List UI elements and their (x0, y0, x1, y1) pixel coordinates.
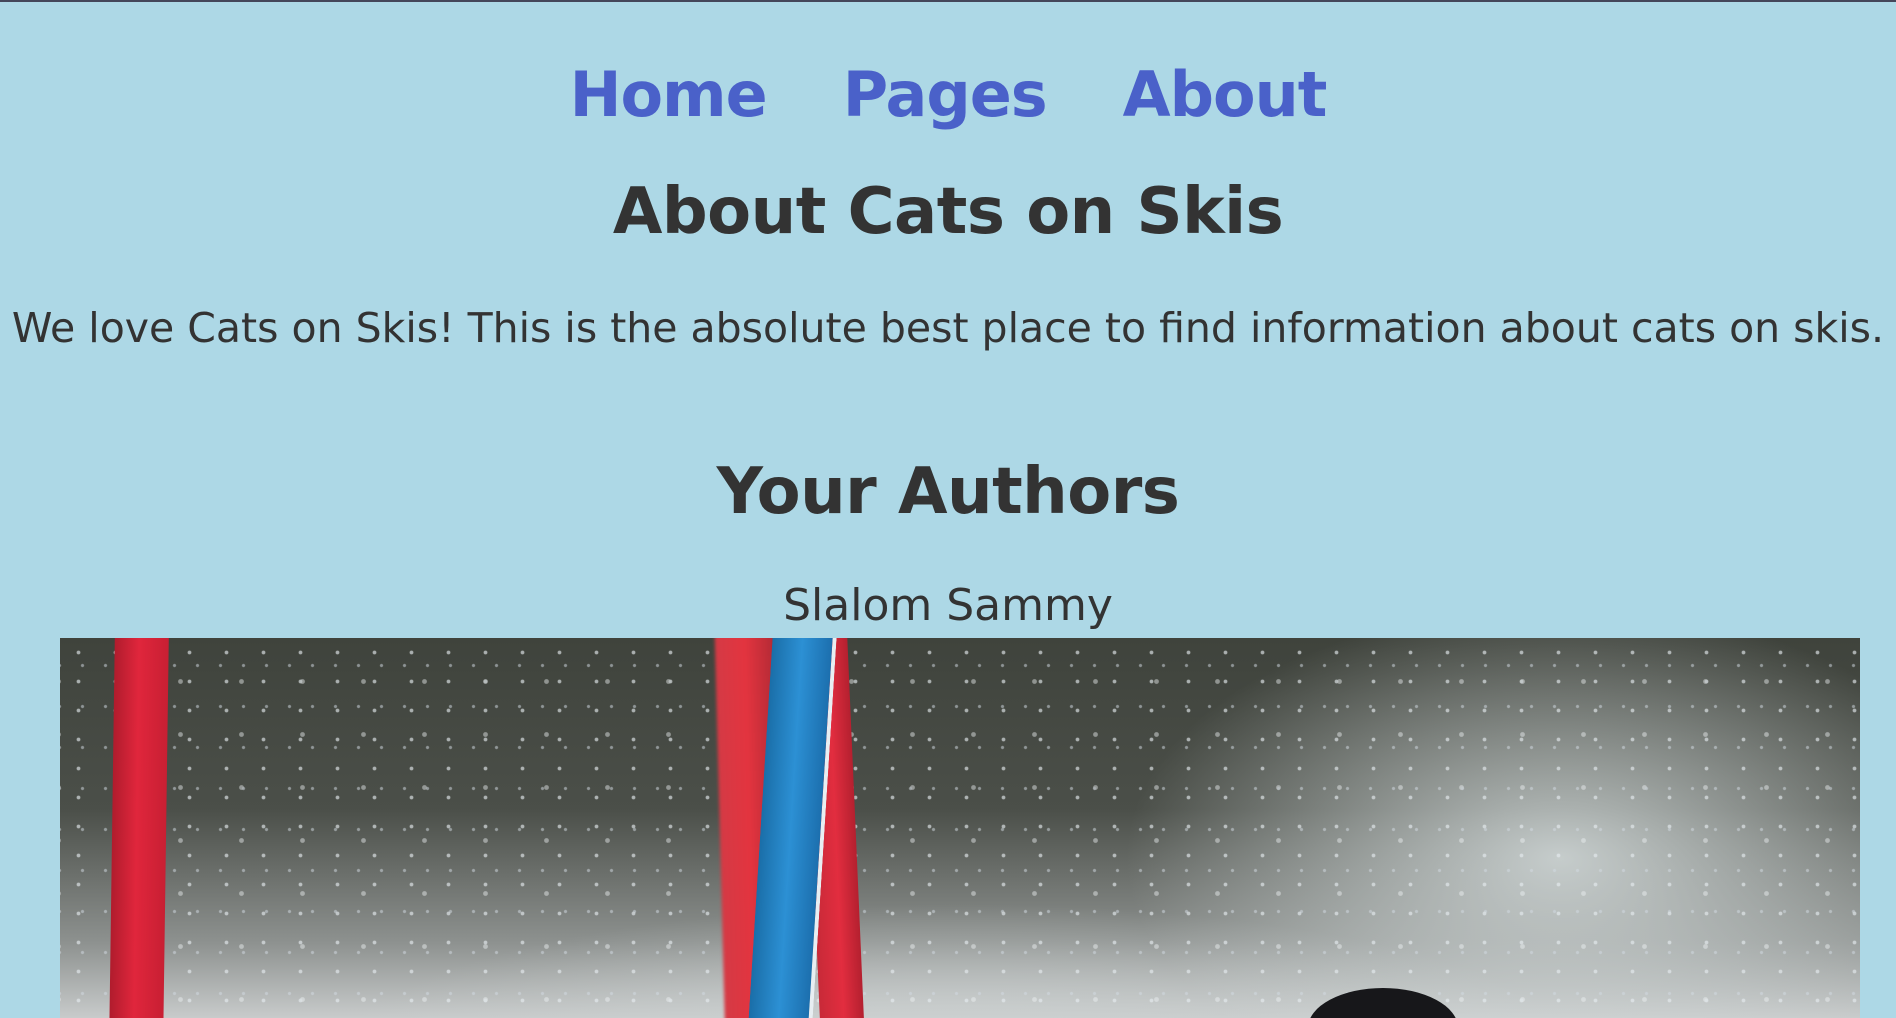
nav-link-home[interactable]: Home (570, 64, 768, 126)
top-border (0, 0, 1896, 2)
main-nav: Home Pages About (0, 52, 1896, 138)
page-title: About Cats on Skis (612, 175, 1284, 249)
nav-link-about[interactable]: About (1123, 64, 1328, 126)
snow-spray (60, 638, 1860, 1018)
authors-heading: Your Authors (716, 455, 1180, 529)
author-name: Slalom Sammy (783, 580, 1113, 631)
intro-paragraph: We love Cats on Skis! This is the absolu… (11, 304, 1885, 352)
slalom-pole-red (109, 638, 169, 1018)
nav-link-pages[interactable]: Pages (843, 64, 1048, 126)
author-photo (60, 638, 1860, 1018)
